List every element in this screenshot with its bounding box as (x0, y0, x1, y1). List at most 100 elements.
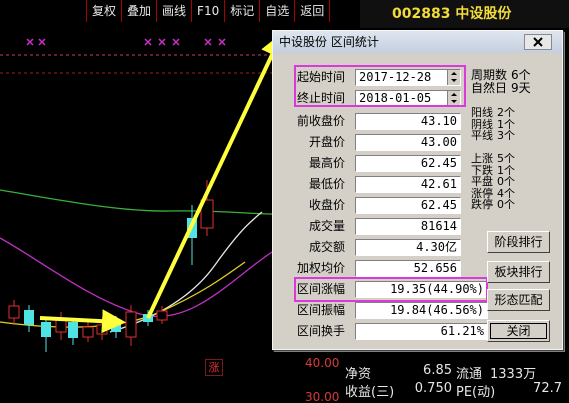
stat-label: 加权均价 (296, 261, 345, 275)
candle-rising (96, 324, 108, 335)
marker-cross (158, 38, 166, 46)
stock-title: 002883 中设股份 (360, 0, 569, 28)
eps-label: 收益(三) (345, 385, 395, 400)
annotation-arrow (146, 32, 284, 319)
stat-label: 区间换手 (296, 324, 345, 338)
ma-line-green (0, 189, 273, 215)
candle-rising (8, 305, 20, 319)
stat-label: 开盘价 (308, 135, 345, 149)
start-time-field[interactable]: 2017-12-28 (355, 69, 461, 86)
ma-line-magenta (0, 237, 273, 318)
float-value: 1333万 (490, 367, 537, 382)
count-value: 3个 (497, 129, 515, 142)
count-value: 0个 (497, 198, 515, 211)
candle-falling (68, 322, 78, 338)
dialog-close-button[interactable] (524, 34, 552, 50)
f10-button[interactable]: F10 (191, 0, 224, 22)
info-panel: 净资 6.85 流通 1333万 收益(三) 0.750 PE(动) 72.7 (340, 352, 569, 403)
count-label: 平线 (471, 129, 493, 142)
days-label: 自然日 (471, 81, 508, 95)
stat-label: 前收盘价 (296, 114, 345, 128)
stat-label: 成交额 (308, 240, 345, 254)
top-bar: 复权 叠加 画线 F10 标记 自选 返回 002883 中设股份 (0, 0, 569, 28)
draw-line-button[interactable]: 画线 (156, 0, 191, 22)
sector-rank-button[interactable]: 板块排行 (487, 261, 550, 283)
marker-cross (172, 38, 180, 46)
end-time-value: 2018-01-05 (359, 91, 432, 105)
stat-label: 最低价 (308, 177, 345, 191)
stat-label: 最高价 (308, 156, 345, 170)
count-row: 跌停 0个 (471, 199, 515, 211)
spinner-down-icon (451, 100, 457, 103)
info-row: 收益(三) 0.750 PE(动) 72.7 (340, 381, 569, 400)
stat-value: 4.30亿 (355, 239, 461, 256)
overlay-button[interactable]: 叠加 (121, 0, 156, 22)
candle-rising (125, 311, 137, 338)
price-axis-label: 40.00 (305, 356, 340, 370)
candle-counts: 阳线 2个 阴线 1个 平线 3个 (471, 107, 515, 142)
marker-cross (144, 38, 152, 46)
net-asset-value: 6.85 (423, 363, 452, 378)
start-time-label: 起始时间 (296, 70, 345, 84)
stat-label: 区间涨幅 (296, 282, 345, 296)
pattern-match-button[interactable]: 形态匹配 (487, 289, 550, 311)
spinner[interactable] (447, 91, 460, 106)
stock-terminal: 复权 叠加 画线 F10 标记 自选 返回 002883 中设股份 40.00 30.00 … (0, 0, 569, 403)
stat-value: 62.45 (355, 197, 461, 214)
limit-up-badge: 涨 (205, 359, 223, 376)
ma-line-yellow (0, 261, 246, 328)
candle-rising (156, 310, 168, 321)
candle-rising (82, 326, 94, 338)
candle-falling (24, 310, 34, 325)
stat-value: 43.00 (355, 134, 461, 151)
spinner[interactable] (447, 70, 460, 85)
move-counts: 上涨 5个 下跌 1个 平盘 0个 涨停 4个 跌停 0个 (471, 153, 515, 211)
stat-label: 区间振幅 (296, 303, 345, 317)
stat-value: 19.35(44.90%) (355, 281, 488, 298)
days-value: 9天 (511, 81, 531, 95)
stat-value: 62.45 (355, 155, 461, 172)
net-asset-label: 净资 (345, 367, 372, 382)
stat-label: 收盘价 (308, 198, 345, 212)
info-row: 净资 6.85 流通 1333万 (340, 363, 569, 382)
marker-cross (26, 38, 34, 46)
period-summary: 周期数 6个 自然日 9天 (471, 69, 531, 95)
eps-value: 0.750 (414, 381, 452, 396)
stat-value: 42.61 (355, 176, 461, 193)
mark-button[interactable]: 标记 (224, 0, 259, 22)
annotation-arrow (39, 309, 126, 334)
end-time-label: 终止时间 (296, 91, 345, 105)
stat-value: 19.84(46.56%) (355, 302, 488, 319)
stat-label: 成交量 (308, 219, 345, 233)
stat-value: 43.10 (355, 113, 461, 130)
spinner-up-icon (451, 72, 457, 75)
watchlist-button[interactable]: 自选 (259, 0, 294, 22)
spinner-down-icon (451, 79, 457, 82)
periods-value: 6个 (511, 68, 531, 82)
price-axis-label: 30.00 (305, 390, 340, 403)
close-button[interactable]: 关闭 (487, 320, 550, 342)
float-label: 流通 (456, 367, 483, 382)
marker-cross (204, 38, 212, 46)
stat-value: 81614 (355, 218, 461, 235)
close-icon (533, 37, 543, 47)
end-time-field[interactable]: 2018-01-05 (355, 90, 461, 107)
back-button[interactable]: 返回 (294, 0, 329, 22)
periods-label: 周期数 (471, 68, 508, 82)
pe-label: PE(动) (456, 385, 496, 400)
marker-cross (218, 38, 226, 46)
marker-cross (38, 38, 46, 46)
pe-value: 72.7 (533, 381, 562, 396)
stat-value: 61.21% (355, 323, 488, 340)
stage-rank-button[interactable]: 阶段排行 (487, 231, 550, 253)
spinner-up-icon (451, 93, 457, 96)
count-label: 跌停 (471, 198, 493, 211)
restore-rights-button[interactable]: 复权 (86, 0, 121, 22)
start-time-value: 2017-12-28 (359, 70, 432, 84)
count-row: 平线 3个 (471, 130, 515, 142)
dialog-title: 中设股份 区间统计 (273, 31, 562, 53)
stat-value: 52.656 (355, 260, 461, 277)
interval-stats-dialog: 中设股份 区间统计 起始时间 2017-12-28 终止时间 2018-01-0… (272, 30, 563, 350)
marker-crosses (26, 38, 226, 46)
toolbar: 复权 叠加 画线 F10 标记 自选 返回 (86, 0, 331, 22)
